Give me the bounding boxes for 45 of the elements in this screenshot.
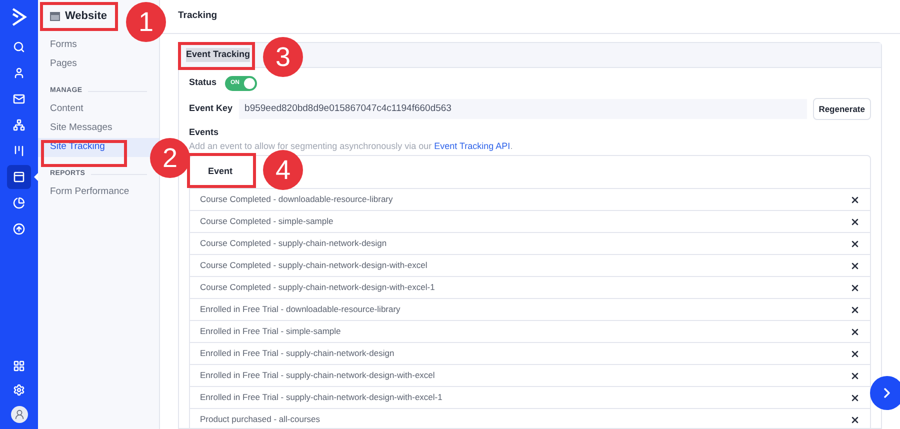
remove-icon[interactable]: [850, 282, 860, 292]
remove-icon[interactable]: [850, 260, 860, 270]
event-name: Course Completed - supply-chain-network-design-with-excel-1: [200, 281, 435, 294]
page-title: Tracking: [178, 9, 218, 24]
panel-title: Event Tracking: [186, 48, 250, 62]
event-name: Enrolled in Free Trial - simple-sample: [200, 325, 341, 338]
sidebar-item[interactable]: Pages: [38, 55, 159, 74]
remove-icon[interactable]: [850, 414, 860, 424]
sidebar-title: Website: [65, 8, 107, 24]
events-label: Events: [189, 126, 220, 139]
window-icon: [50, 12, 60, 20]
column-header: Event: [208, 165, 233, 178]
events-description: Add an event to allow for segmenting asynchronously via our Event Tracking API.: [189, 140, 514, 153]
status-label: Status: [189, 76, 217, 90]
event-name: Course Completed - downloadable-resource-library: [200, 193, 393, 206]
remove-icon[interactable]: [850, 304, 860, 314]
remove-icon[interactable]: [850, 326, 860, 336]
event-name: Course Completed - supply-chain-network-design: [200, 237, 387, 250]
remove-icon[interactable]: [850, 348, 860, 358]
event-key-field[interactable]: b959eed820bd8d9e015867047c4c1194f660d563: [238, 99, 807, 119]
event-name: Enrolled in Free Trial - supply-chain-network-design-with-excel-1: [200, 391, 442, 404]
chat-fab[interactable]: [870, 376, 900, 410]
regenerate-button[interactable]: Regenerate: [812, 98, 871, 120]
remove-icon[interactable]: [850, 194, 860, 204]
event-tracking-api-link[interactable]: Event Tracking API: [434, 140, 510, 150]
remove-icon[interactable]: [850, 370, 860, 380]
logo-icon[interactable]: [11, 8, 27, 26]
highlight-frame: [187, 153, 256, 188]
callout-badge: 3: [263, 37, 303, 77]
sidebar-item[interactable]: Content: [38, 100, 159, 119]
event-name: Enrolled in Free Trial - supply-chain-network-design: [200, 347, 394, 360]
event-name: Enrolled in Free Trial - downloadable-resource-library: [200, 303, 400, 316]
event-name: Product purchased - all-courses: [200, 413, 320, 426]
avatar-icon[interactable]: [10, 406, 28, 423]
event-name: Course Completed - simple-sample: [200, 215, 334, 228]
event-name: Course Completed - supply-chain-network-design-with-excel: [200, 259, 428, 272]
remove-icon[interactable]: [850, 238, 860, 248]
event-name: Enrolled in Free Trial - supply-chain-network-design-with-excel: [200, 369, 435, 382]
sidebar-item[interactable]: Form Performance: [38, 183, 159, 202]
sidebar-item[interactable]: Site Messages: [38, 119, 159, 138]
window-icon[interactable]: [7, 165, 31, 189]
remove-icon[interactable]: [850, 216, 860, 226]
event-key-label: Event Key: [189, 102, 233, 116]
callout-badge: 4: [263, 150, 303, 190]
remove-icon[interactable]: [850, 392, 860, 402]
